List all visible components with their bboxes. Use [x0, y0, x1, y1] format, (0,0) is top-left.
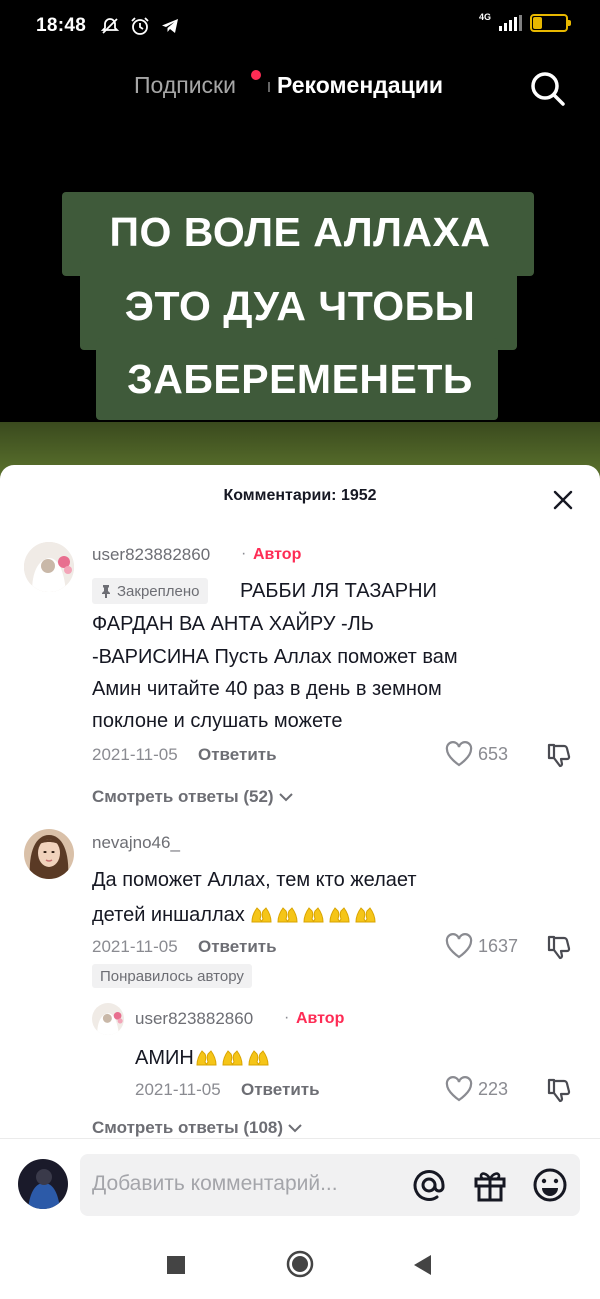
search-icon[interactable]	[528, 69, 568, 109]
view-replies-label: Смотреть ответы (52)	[92, 787, 274, 806]
comment-input-placeholder: Добавить комментарий...	[92, 1172, 338, 1195]
reply-text: АМИН	[135, 1045, 271, 1070]
comment-text-line: ФАРДАН ВА АНТА ХАЙРУ -ЛЬ	[92, 613, 374, 635]
battery-icon: 27	[530, 14, 571, 32]
liked-by-author-badge: Понравилось автору	[92, 964, 252, 988]
pinned-label: Закреплено	[117, 582, 200, 600]
reply-username[interactable]: user823882860	[135, 1009, 253, 1029]
pinned-badge: Закреплено	[92, 578, 208, 604]
alarm-icon	[131, 17, 149, 35]
comment-text-line: поклоне и слушать можете	[92, 710, 343, 732]
video-caption-line: ЭТО ДУА ЧТОБЫ	[124, 283, 476, 329]
new-content-dot	[251, 70, 261, 80]
comment-text-line: Да поможет Аллах, тем кто желает	[92, 869, 417, 891]
notifications-off-icon	[100, 18, 120, 34]
chevron-down-icon	[288, 1124, 302, 1133]
status-bar: 18:48 4G 27	[0, 0, 600, 52]
feed-header: Подписки Рекомендации	[0, 62, 600, 112]
mention-icon[interactable]	[410, 1166, 448, 1204]
comment-date: 2021-11-05	[92, 745, 178, 764]
avatar[interactable]	[24, 542, 74, 592]
comment-text-line: Амин читайте 40 раз в день в земном	[92, 678, 442, 700]
comment-text-line: детей иншаллах	[92, 902, 378, 927]
view-replies-button[interactable]: Смотреть ответы (52)	[92, 787, 294, 807]
heart-icon[interactable]	[445, 933, 473, 959]
battery-text: 27	[542, 16, 556, 30]
home-button[interactable]	[286, 1250, 314, 1278]
chevron-down-icon	[278, 793, 293, 802]
comment-text-line: -ВАРИСИНА Пусть Аллах поможет вам	[92, 646, 458, 668]
reply-button[interactable]: Ответить	[241, 1080, 320, 1100]
heart-icon[interactable]	[445, 1076, 473, 1102]
like-count: 653	[478, 744, 509, 764]
tab-following[interactable]: Подписки	[134, 72, 236, 99]
dislike-icon[interactable]	[546, 1076, 574, 1104]
emoji-icon[interactable]	[531, 1166, 569, 1204]
network-label: 4G	[478, 12, 491, 22]
praying-hands-emoji	[249, 902, 378, 924]
comment-date: 2021-11-05	[135, 1080, 221, 1099]
heart-icon[interactable]	[445, 741, 473, 767]
video-caption-line: ЗАБЕРЕМЕНЕТЬ	[127, 356, 473, 402]
gift-icon[interactable]	[471, 1166, 509, 1204]
battery-fill	[533, 17, 542, 29]
status-time: 18:48	[36, 15, 87, 36]
comment-input[interactable]: Добавить комментарий...	[80, 1154, 580, 1216]
author-label: Автор	[296, 1010, 345, 1027]
pin-icon	[102, 585, 110, 598]
view-replies-label: Смотреть ответы (108)	[92, 1118, 284, 1137]
comment-input-bar: Добавить комментарий...	[0, 1138, 600, 1228]
comment-username[interactable]: user823882860	[92, 545, 210, 565]
avatar[interactable]	[92, 1003, 124, 1035]
telegram-icon	[162, 19, 179, 33]
reply-button[interactable]: Ответить	[198, 937, 277, 957]
comment-text-line: РАББИ ЛЯ ТАЗАРНИ	[240, 580, 437, 602]
back-button[interactable]	[412, 1254, 432, 1276]
praying-hands-emoji	[194, 1045, 271, 1067]
comments-title: Комментарии: 1952	[223, 487, 377, 504]
avatar[interactable]	[24, 829, 74, 879]
video-caption-line: ПО ВОЛЕ АЛЛАХА	[109, 209, 491, 255]
close-icon[interactable]	[552, 489, 574, 511]
author-label: Автор	[253, 546, 302, 563]
like-count: 223	[478, 1079, 509, 1099]
recent-apps-button[interactable]	[166, 1255, 186, 1275]
my-avatar	[18, 1159, 68, 1209]
tab-for-you[interactable]: Рекомендации	[277, 72, 443, 99]
system-nav-bar	[0, 1228, 600, 1299]
comment-username[interactable]: nevajno46_	[92, 833, 180, 853]
reply-button[interactable]: Ответить	[198, 745, 277, 765]
video-player[interactable]: ПО ВОЛЕ АЛЛАХА ЭТО ДУА ЧТОБЫ ЗАБЕРЕМЕНЕТ…	[0, 120, 600, 500]
view-replies-button[interactable]: Смотреть ответы (108)	[92, 1118, 303, 1138]
like-count: 1637	[478, 936, 519, 956]
dislike-icon[interactable]	[546, 933, 574, 961]
dislike-icon[interactable]	[546, 741, 574, 769]
signal-icon	[499, 15, 522, 31]
comment-date: 2021-11-05	[92, 937, 178, 956]
